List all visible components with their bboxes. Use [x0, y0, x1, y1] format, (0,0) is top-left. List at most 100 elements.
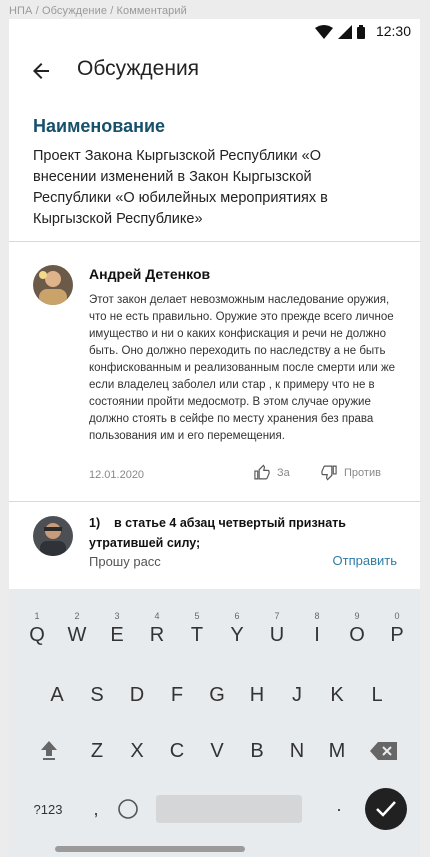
key-q[interactable]: 1Q [22, 611, 52, 647]
key-x[interactable]: X [122, 740, 152, 763]
key-label: U [269, 624, 285, 646]
key-label: W [67, 624, 87, 646]
key-p[interactable]: 0P [382, 611, 412, 647]
soft-keyboard: 1Q2W3E4R5T6Y7U8I9O0P ASDFGHJKL ZXCVBNM ?… [9, 589, 420, 857]
key-t[interactable]: 5T [182, 611, 212, 647]
key-k[interactable]: K [322, 684, 352, 707]
key-label: V [210, 740, 224, 762]
status-icons [315, 25, 365, 39]
key-number-hint: 0 [394, 611, 400, 621]
key-r[interactable]: 4R [142, 611, 172, 647]
backspace-key[interactable] [369, 741, 399, 767]
key-number-hint: 3 [114, 611, 120, 621]
backspace-icon [370, 742, 397, 760]
vote-for-button[interactable]: За [253, 464, 290, 481]
key-j[interactable]: J [282, 684, 312, 707]
shift-icon [41, 741, 57, 760]
key-label: S [90, 684, 104, 706]
key-m[interactable]: M [322, 740, 352, 763]
app-bar: Обсуждения [9, 49, 420, 95]
thumbs-down-icon [321, 465, 337, 481]
key-z[interactable]: Z [82, 740, 112, 763]
shift-key[interactable] [34, 739, 64, 767]
app-screen: 12:30 Обсуждения Наименование Проект Зак… [9, 19, 420, 589]
circle-icon [118, 799, 138, 819]
key-number-hint: 9 [354, 611, 360, 621]
signal-icon [338, 25, 352, 39]
key-label: L [371, 684, 383, 706]
key-a[interactable]: A [42, 684, 72, 707]
section-title: Наименование [33, 116, 166, 136]
key-number-hint: 2 [74, 611, 80, 621]
key-label: R [149, 624, 165, 646]
key-h[interactable]: H [242, 684, 272, 707]
key-number-hint: 5 [194, 611, 200, 621]
key-g[interactable]: G [202, 684, 232, 707]
key-u[interactable]: 7U [262, 611, 292, 647]
reply-quote: 1) в статье 4 абзац четвертый признать у… [89, 516, 346, 550]
done-button[interactable] [365, 788, 407, 830]
arrow-left-icon [33, 63, 49, 79]
key-o[interactable]: 9O [342, 611, 372, 647]
key-number-hint: 4 [154, 611, 160, 621]
page-title: Обсуждения [77, 57, 200, 80]
comment-input[interactable] [89, 552, 309, 570]
key-b[interactable]: B [242, 740, 272, 763]
key-d[interactable]: D [122, 684, 152, 707]
comma-key[interactable]: , [81, 799, 111, 820]
key-label: M [328, 740, 346, 762]
breadcrumb: НПА / Обсуждение / Комментарий [9, 5, 187, 17]
vote-against-label: Против [344, 466, 381, 479]
vote-for-label: За [277, 466, 290, 479]
key-v[interactable]: V [202, 740, 232, 763]
key-label: J [292, 684, 302, 706]
comment-author: Андрей Детенков [89, 266, 211, 282]
checkmark-icon [376, 801, 396, 817]
key-number-hint: 8 [314, 611, 320, 621]
device-frame: НПА / Обсуждение / Комментарий 12:30 Обс… [0, 0, 430, 857]
symbols-key[interactable]: ?123 [28, 802, 68, 817]
key-label: N [289, 740, 305, 762]
key-label: Y [230, 624, 244, 646]
key-label: O [349, 624, 365, 646]
vote-against-button[interactable]: Против [320, 464, 381, 481]
key-label: I [314, 624, 320, 646]
key-label: C [169, 740, 185, 762]
key-i[interactable]: 8I [302, 611, 332, 647]
comment-date: 12.01.2020 [89, 469, 145, 481]
gesture-bar[interactable] [55, 846, 245, 852]
battery-icon [357, 25, 365, 39]
key-label: T [190, 624, 204, 646]
divider [9, 241, 420, 242]
key-label: X [130, 740, 144, 762]
status-time: 12:30 [375, 23, 411, 39]
avatar [33, 516, 73, 556]
section-body: Проект Закона Кыргызской Республики «О в… [33, 148, 328, 227]
key-l[interactable]: L [362, 684, 392, 707]
key-number-hint: 7 [274, 611, 280, 621]
wifi-icon [315, 25, 333, 39]
key-e[interactable]: 3E [102, 611, 132, 647]
key-s[interactable]: S [82, 684, 112, 707]
comment-text: Этот закон делает невозможным наследован… [89, 294, 396, 442]
period-key[interactable]: . [324, 795, 354, 816]
key-label: D [129, 684, 145, 706]
send-button[interactable]: Отправить [333, 553, 397, 568]
key-f[interactable]: F [162, 684, 192, 707]
key-label: G [209, 684, 225, 706]
divider [9, 501, 420, 502]
key-n[interactable]: N [282, 740, 312, 763]
key-w[interactable]: 2W [62, 611, 92, 647]
key-label: E [110, 624, 124, 646]
key-label: K [330, 684, 344, 706]
back-button[interactable] [29, 59, 53, 83]
emoji-key[interactable] [113, 798, 143, 826]
space-key[interactable] [156, 795, 302, 823]
key-label: Z [90, 740, 104, 762]
key-label: H [249, 684, 265, 706]
key-label: B [250, 740, 264, 762]
key-label: A [50, 684, 64, 706]
key-y[interactable]: 6Y [222, 611, 252, 647]
thumbs-up-icon [254, 464, 270, 480]
key-c[interactable]: C [162, 740, 192, 763]
